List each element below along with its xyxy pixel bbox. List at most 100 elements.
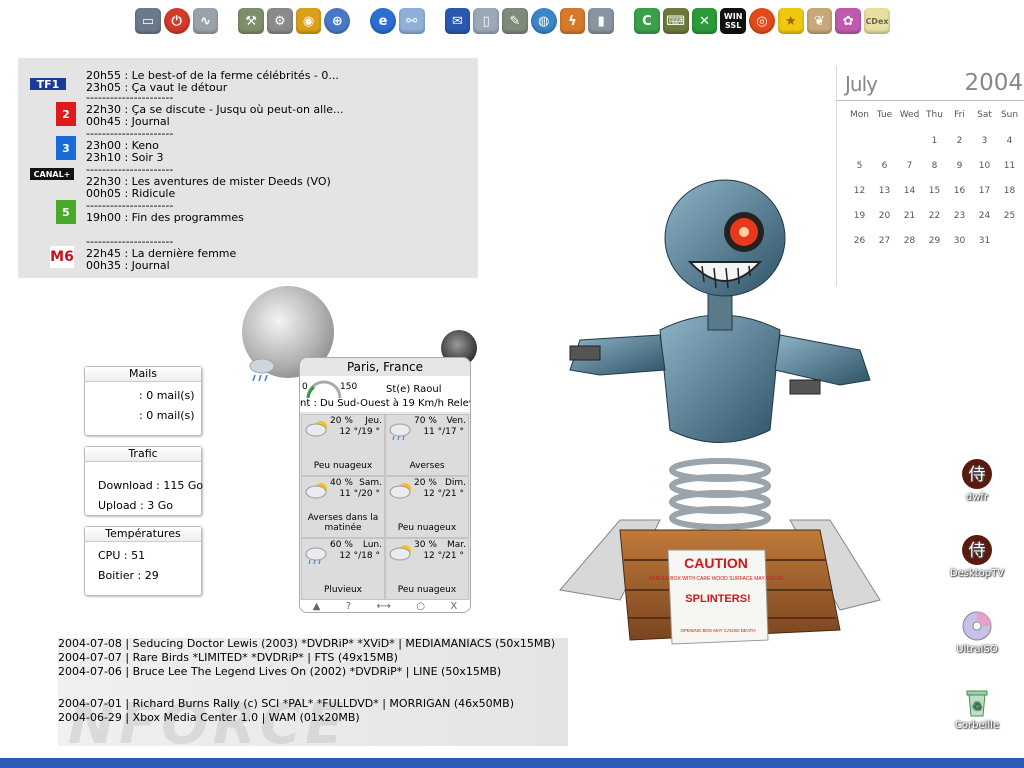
forecast-temp: 11 °/20 ° <box>339 489 380 499</box>
forecast-temp: 11 °/17 ° <box>423 427 464 437</box>
forecast-condition: Peu nuageux <box>313 461 373 471</box>
gauge-max: 150 <box>340 382 358 392</box>
winssl-icon[interactable]: WIN SSL <box>720 8 747 34</box>
calendar-day[interactable]: 31 <box>972 236 997 246</box>
calendar-day[interactable]: 25 <box>997 211 1022 221</box>
desktop-icon-label: DesktopTV <box>949 568 1005 579</box>
calendar-day[interactable]: 22 <box>922 211 947 221</box>
phone-icon[interactable]: ▮ <box>588 8 615 34</box>
calendar-day[interactable]: 14 <box>897 186 922 196</box>
weather-city: Paris, France <box>346 360 424 374</box>
calendar-weekday: Sat <box>977 110 992 120</box>
desktop-icon-ultraiso[interactable]: UltraISO <box>944 610 1010 655</box>
browser-icon[interactable]: ⊕ <box>324 8 351 34</box>
calendar-day[interactable]: 16 <box>947 186 972 196</box>
caution-text: CAUTION <box>684 555 748 571</box>
x-icon[interactable]: ✕ <box>691 8 718 34</box>
desktop-icon-desktoptv[interactable]: 侍 DesktopTV <box>944 534 1010 579</box>
cdex-icon[interactable]: CDex <box>864 8 890 34</box>
channel-logo-2: 2 <box>56 102 76 126</box>
desktop-icon-corbeille[interactable]: ♻ Corbeille <box>944 686 1010 731</box>
calendar-day[interactable]: 8 <box>922 161 947 171</box>
refresh-icon[interactable]: ○ <box>416 601 425 612</box>
outlook-icon[interactable]: ✉ <box>444 8 471 34</box>
calendar-weekday: Thu <box>926 110 943 120</box>
resize-icon[interactable]: ⟷ <box>377 601 391 612</box>
calendar-day[interactable]: 17 <box>972 186 997 196</box>
connection-icon[interactable]: ⚯ <box>398 8 425 34</box>
forecast-day: 40 % Sam. 11 °/20 ° Averses dans la matinée <box>301 476 385 538</box>
mail-count-1[interactable]: : 0 mail(s) <box>139 389 195 402</box>
calendar-day[interactable]: 24 <box>972 211 997 221</box>
nero-icon[interactable]: ◉ <box>295 8 322 34</box>
calendar-day[interactable]: 1 <box>922 136 947 146</box>
calendar-month: July <box>845 72 878 96</box>
forecast-day-name: Lun. <box>362 540 382 550</box>
forecast-day-name: Sam. <box>359 478 382 488</box>
channel-logo-5: 5 <box>56 200 76 224</box>
saint-of-day: St(e) Raoul <box>386 384 442 395</box>
calendar-day[interactable]: 9 <box>947 161 972 171</box>
calendar-day[interactable]: 15 <box>922 186 947 196</box>
device-icon[interactable]: ▯ <box>473 8 500 34</box>
release-line[interactable]: 2004-07-07 | Rare Birds *LIMITED* *DVDRi… <box>58 652 398 664</box>
forecast-day-name: Dim. <box>444 478 466 488</box>
robot-in-box-illustration: CAUTION HANDLE BOX WITH CARE WOOD SURFAC… <box>559 179 881 645</box>
recycle-bin-icon: ♻ <box>961 686 993 718</box>
forecast-condition: Peu nuageux <box>397 523 457 533</box>
drive-icon[interactable]: ▭ <box>135 8 161 34</box>
burn-icon[interactable]: ◎ <box>749 8 775 34</box>
tools-icon[interactable]: ⚙ <box>266 8 293 34</box>
forecast-temp: 12 °/19 ° <box>339 427 380 437</box>
release-line[interactable]: 2004-07-08 | Seducing Doctor Lewis (2003… <box>58 638 555 650</box>
paint-icon[interactable]: ✿ <box>835 8 862 34</box>
tv-program-line[interactable]: 19h00 : Fin des programmes <box>86 212 244 224</box>
precip-chance: 70 % <box>414 416 437 426</box>
network-tools-icon[interactable]: ⚒ <box>238 8 264 34</box>
forecast-day-name: Mar. <box>446 540 466 550</box>
collapse-icon[interactable]: ▲ <box>313 601 321 612</box>
help-icon[interactable]: ? <box>346 601 351 612</box>
rain-icon <box>389 423 411 441</box>
calendar-day[interactable]: 3 <box>972 136 997 146</box>
desktop-icon-dwfr[interactable]: 侍 dwfr <box>944 458 1010 503</box>
calendar-day[interactable]: 18 <box>997 186 1022 196</box>
precip-chance: 60 % <box>330 540 353 550</box>
rabbit-icon[interactable]: ❦ <box>806 8 833 34</box>
calendar-day[interactable]: 11 <box>997 161 1022 171</box>
calendar-day[interactable]: 4 <box>997 136 1022 146</box>
cable-icon[interactable]: ∿ <box>192 8 219 34</box>
close-icon[interactable]: X <box>450 601 457 612</box>
partly-cloudy-icon <box>305 421 327 437</box>
calendar-weekday: Fri <box>954 110 965 120</box>
tv-program-line[interactable]: 00h35 : Journal <box>86 260 170 272</box>
calendar-day[interactable]: 28 <box>897 236 922 246</box>
precip-chance: 20 % <box>414 478 437 488</box>
calendar-day[interactable]: 23 <box>947 211 972 221</box>
pen-icon[interactable]: ✎ <box>502 8 528 34</box>
partly-cloudy-icon <box>305 483 327 499</box>
calendar-day[interactable]: 29 <box>922 236 947 246</box>
lightning-icon[interactable]: ϟ <box>559 8 586 34</box>
keyboard-icon[interactable]: ⌨ <box>662 8 689 34</box>
calendar-day[interactable]: 10 <box>972 161 997 171</box>
power-icon[interactable]: ⏻ <box>163 8 190 34</box>
calendar-day[interactable]: 2 <box>947 136 972 146</box>
globe-icon[interactable]: ◍ <box>530 8 557 34</box>
calendar-day[interactable]: 21 <box>897 211 922 221</box>
release-line[interactable]: 2004-06-29 | Xbox Media Center 1.0 | WAM… <box>58 712 360 724</box>
taskbar[interactable] <box>0 758 1024 768</box>
cpu-temp: CPU : 51 <box>98 549 146 562</box>
release-line[interactable]: 2004-07-06 | Bruce Lee The Legend Lives … <box>58 666 501 678</box>
calendar-day[interactable]: 30 <box>947 236 972 246</box>
forecast-condition: Peu nuageux <box>397 585 457 595</box>
ccleaner-icon[interactable]: C <box>633 8 660 34</box>
mail-count-2[interactable]: : 0 mail(s) <box>139 409 195 422</box>
calendar-day[interactable]: 7 <box>897 161 922 171</box>
star-icon[interactable]: ★ <box>777 8 804 34</box>
mails-title: Mails <box>85 367 201 382</box>
release-line[interactable]: 2004-07-01 | Richard Burns Rally (c) SCI… <box>58 698 514 710</box>
ie-icon[interactable]: e <box>370 8 396 34</box>
forecast-day-name: Ven. <box>446 416 466 426</box>
kanji-glyph: 侍 <box>969 465 986 485</box>
